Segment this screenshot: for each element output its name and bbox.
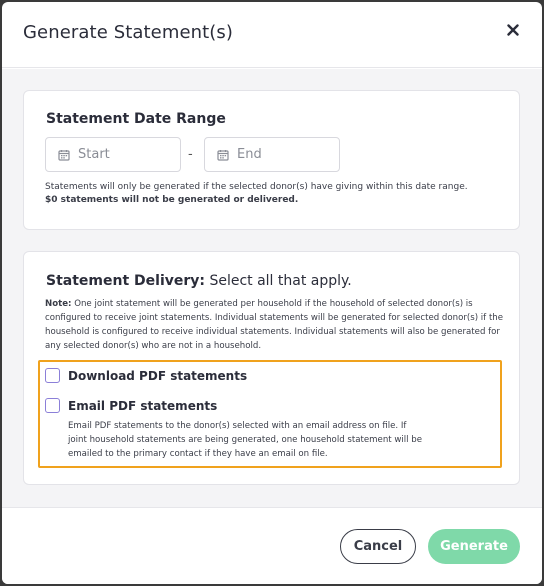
date-range-warning-text: $0 statements will not be generated or d… <box>45 195 299 205</box>
delivery-card: Statement Delivery: Select all that appl… <box>23 251 520 485</box>
date-separator: - <box>188 147 193 162</box>
download-pdf-label: Download PDF statements <box>68 368 248 383</box>
download-pdf-checkbox[interactable] <box>45 368 60 383</box>
dialog-body: Statement Date Range Start - End Stateme… <box>2 69 542 507</box>
email-pdf-description: Email PDF statements to the donor(s) sel… <box>68 421 423 459</box>
start-date-input[interactable]: Start <box>45 137 181 172</box>
dialog-header: Generate Statement(s) <box>2 2 542 68</box>
email-pdf-label: Email PDF statements <box>68 398 218 413</box>
end-date-placeholder: End <box>237 147 262 162</box>
delivery-title-bold: Statement Delivery: <box>46 273 205 289</box>
cancel-button[interactable]: Cancel <box>340 529 416 564</box>
email-pdf-option[interactable]: Email PDF statements <box>45 398 217 413</box>
date-range-card: Statement Date Range Start - End Stateme… <box>23 90 520 230</box>
calendar-icon <box>217 149 229 161</box>
email-pdf-checkbox[interactable] <box>45 398 60 413</box>
start-date-placeholder: Start <box>78 147 110 162</box>
date-range-warning: $0 statements will not be generated or d… <box>45 194 298 207</box>
dialog-title: Generate Statement(s) <box>23 22 234 43</box>
download-pdf-option[interactable]: Download PDF statements <box>45 368 247 383</box>
generate-button[interactable]: Generate <box>428 529 520 564</box>
delivery-title: Statement Delivery: Select all that appl… <box>46 273 352 289</box>
calendar-icon <box>58 149 70 161</box>
delivery-title-normal: Select all that apply. <box>205 273 352 289</box>
note-label: Note: <box>45 299 72 309</box>
close-icon <box>507 24 519 36</box>
date-range-title: Statement Date Range <box>46 111 226 127</box>
delivery-note: Note: One joint statement will be genera… <box>45 297 505 353</box>
generate-statements-dialog: Generate Statement(s) Statement Date Ran… <box>2 2 542 584</box>
close-button[interactable] <box>504 21 522 39</box>
date-range-help: Statements will only be generated if the… <box>45 182 468 192</box>
note-text: One joint statement will be generated pe… <box>45 299 504 351</box>
end-date-input[interactable]: End <box>204 137 340 172</box>
dialog-footer: Cancel Generate <box>2 507 542 584</box>
